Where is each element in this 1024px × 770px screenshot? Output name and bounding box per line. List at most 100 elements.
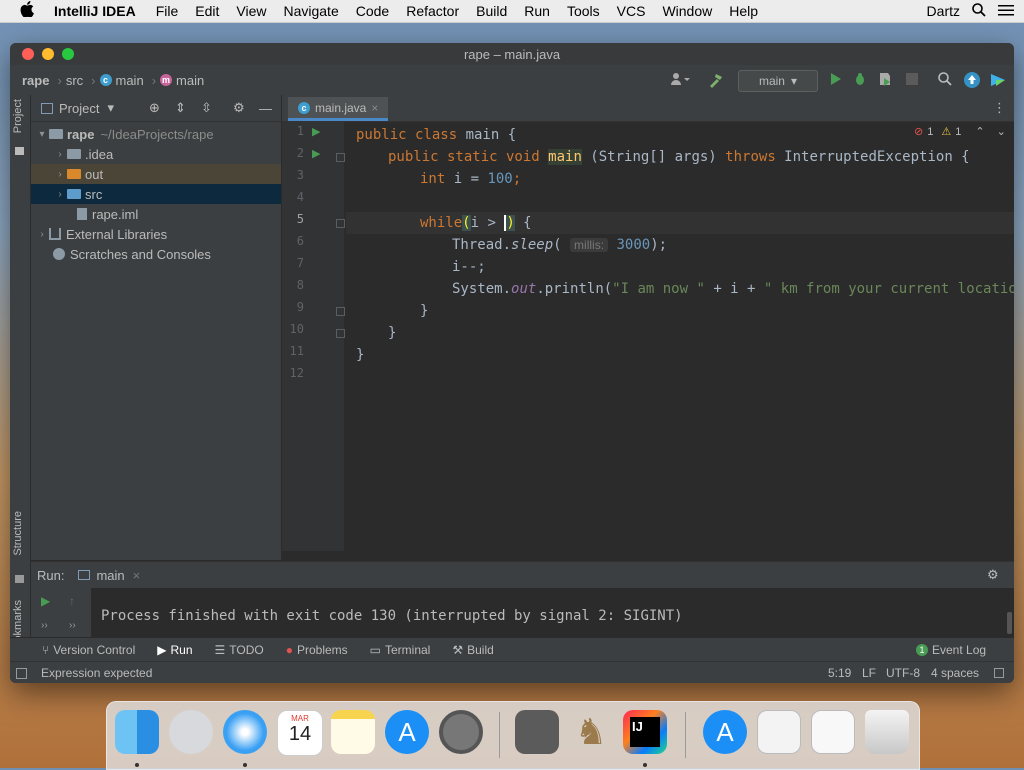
breadcrumb-project[interactable]: rape <box>22 73 49 88</box>
tool-tab-run[interactable]: ▶ Run <box>157 643 192 657</box>
tree-item-root[interactable]: ▾ rape ~/IdeaProjects/rape <box>31 124 281 144</box>
run-gutter-icon[interactable]: ▶ <box>312 147 320 160</box>
user-name[interactable]: Dartz <box>927 3 960 19</box>
update-arrow-icon[interactable] <box>964 72 980 91</box>
menu-file[interactable]: File <box>156 3 179 19</box>
close-window-button[interactable] <box>22 48 34 60</box>
fold-icon[interactable] <box>336 307 345 316</box>
caret-position[interactable]: 5:19 <box>828 666 851 680</box>
console-output[interactable]: Process finished with exit code 130 (int… <box>101 608 683 624</box>
line-separator[interactable]: LF <box>862 666 876 680</box>
tree-item-iml[interactable]: rape.iml <box>31 204 281 224</box>
chevron-right-icon[interactable]: › <box>35 229 49 240</box>
fold-icon[interactable] <box>336 329 345 338</box>
menu-help[interactable]: Help <box>729 3 758 19</box>
chess-knight-icon[interactable]: ♞ <box>569 710 613 754</box>
run-icon[interactable] <box>830 72 842 89</box>
system-preferences-gear-icon[interactable] <box>439 710 483 754</box>
code-with-me-icon[interactable] <box>990 72 1006 91</box>
launchpad-rocket-icon[interactable] <box>169 710 213 754</box>
run-gutter-icon[interactable]: ▶ <box>312 125 320 138</box>
menu-vcs[interactable]: VCS <box>617 3 646 19</box>
document-icon[interactable] <box>757 710 801 754</box>
lock-icon[interactable] <box>994 668 1004 678</box>
fold-icon[interactable] <box>336 153 345 162</box>
event-log-button[interactable]: 1 Event Log <box>916 643 986 657</box>
search-icon[interactable] <box>938 72 952 89</box>
chevron-down-icon[interactable]: ▾ <box>107 100 114 116</box>
menu-edit[interactable]: Edit <box>195 3 219 19</box>
tree-item-external-libraries[interactable]: › External Libraries <box>31 224 281 244</box>
run-tab-main[interactable]: main <box>96 568 124 583</box>
file-encoding[interactable]: UTF-8 <box>886 666 920 680</box>
tool-tab-terminal[interactable]: ▭ Terminal <box>370 643 431 657</box>
chevron-up-icon[interactable]: ⌃ <box>975 125 984 138</box>
rerun-icon[interactable]: ▶ <box>41 594 50 608</box>
inspection-widget[interactable]: ⊘ 1 ⚠ 1 ⌃ ⌄ <box>914 125 1006 139</box>
menu-tools[interactable]: Tools <box>567 3 600 19</box>
more-actions-icon[interactable]: ›› <box>69 620 76 631</box>
tool-tab-version-control[interactable]: ⑂ Version Control <box>42 643 135 657</box>
tool-tab-todo[interactable]: ☰ TODO <box>215 643 264 657</box>
minimize-window-button[interactable] <box>42 48 54 60</box>
screenshot-preview-icon[interactable] <box>811 710 855 754</box>
tool-tab-structure[interactable]: Structure <box>12 511 24 556</box>
finder-icon[interactable] <box>115 710 159 754</box>
menu-window[interactable]: Window <box>662 3 712 19</box>
tree-item-scratches[interactable]: Scratches and Consoles <box>31 244 281 264</box>
close-tab-icon[interactable]: × <box>133 568 141 583</box>
notes-icon[interactable] <box>331 710 375 754</box>
menu-build[interactable]: Build <box>476 3 507 19</box>
spotlight-search-icon[interactable] <box>972 2 986 20</box>
app-store-icon[interactable]: A <box>385 710 429 754</box>
more-options-icon[interactable]: ⋮ <box>993 100 1006 116</box>
tool-tab-project[interactable]: Project <box>12 99 24 133</box>
editor-tab-main-java[interactable]: c main.java × <box>288 97 389 121</box>
safari-compass-icon[interactable] <box>223 710 267 754</box>
run-configuration-select[interactable]: main ▾ <box>738 70 818 92</box>
code-area[interactable]: public class main { public static void m… <box>346 121 1014 551</box>
locate-target-icon[interactable]: ⊕ <box>149 100 160 116</box>
up-arrow-icon[interactable]: ↑ <box>69 594 75 608</box>
project-panel-title[interactable]: Project <box>59 101 99 116</box>
user-vcs-icon[interactable] <box>670 72 690 89</box>
tree-item-out[interactable]: › out <box>31 164 281 184</box>
app-menu[interactable]: IntelliJ IDEA <box>54 3 136 19</box>
tool-tab-build[interactable]: ⚒ Build <box>452 643 493 657</box>
menu-view[interactable]: View <box>236 3 266 19</box>
gear-icon[interactable]: ⚙ <box>987 567 999 583</box>
stop-icon[interactable] <box>906 72 918 88</box>
expand-all-icon[interactable]: ⇕ <box>175 100 186 116</box>
calculator-icon[interactable] <box>515 710 559 754</box>
close-tab-icon[interactable]: × <box>371 101 378 115</box>
tree-item-idea[interactable]: › .idea <box>31 144 281 164</box>
gear-icon[interactable]: ⚙ <box>233 100 245 116</box>
build-hammer-icon[interactable] <box>708 72 724 91</box>
zoom-window-button[interactable] <box>62 48 74 60</box>
console-scrollbar[interactable] <box>1007 612 1012 634</box>
hide-panel-icon[interactable]: — <box>259 101 272 116</box>
fold-icon[interactable] <box>336 219 345 228</box>
menu-navigate[interactable]: Navigate <box>283 3 338 19</box>
calendar-icon[interactable]: MAR 14 <box>277 710 323 756</box>
menu-run[interactable]: Run <box>524 3 550 19</box>
chevron-right-icon[interactable]: › <box>53 189 67 200</box>
breadcrumb-method[interactable]: main <box>176 73 204 88</box>
toggle-tool-windows-icon[interactable] <box>16 667 27 679</box>
trash-icon[interactable] <box>865 710 909 754</box>
chevron-right-icon[interactable]: › <box>53 169 67 180</box>
intellij-idea-icon[interactable]: IJ <box>623 710 667 754</box>
downloads-app-store-icon[interactable]: A <box>703 710 747 754</box>
more-actions-icon[interactable]: ›› <box>41 620 48 631</box>
apple-icon[interactable] <box>16 1 38 21</box>
menu-refactor[interactable]: Refactor <box>406 3 459 19</box>
breadcrumb-src[interactable]: src <box>66 73 83 88</box>
menu-code[interactable]: Code <box>356 3 389 19</box>
coverage-icon[interactable] <box>878 72 892 89</box>
chevron-down-icon[interactable]: ⌄ <box>997 125 1006 138</box>
collapse-all-icon[interactable]: ⇳ <box>201 100 212 116</box>
tree-item-src[interactable]: › src <box>31 184 281 204</box>
control-center-icon[interactable] <box>998 3 1014 19</box>
chevron-right-icon[interactable]: › <box>53 149 67 160</box>
chevron-down-icon[interactable]: ▾ <box>35 129 49 140</box>
